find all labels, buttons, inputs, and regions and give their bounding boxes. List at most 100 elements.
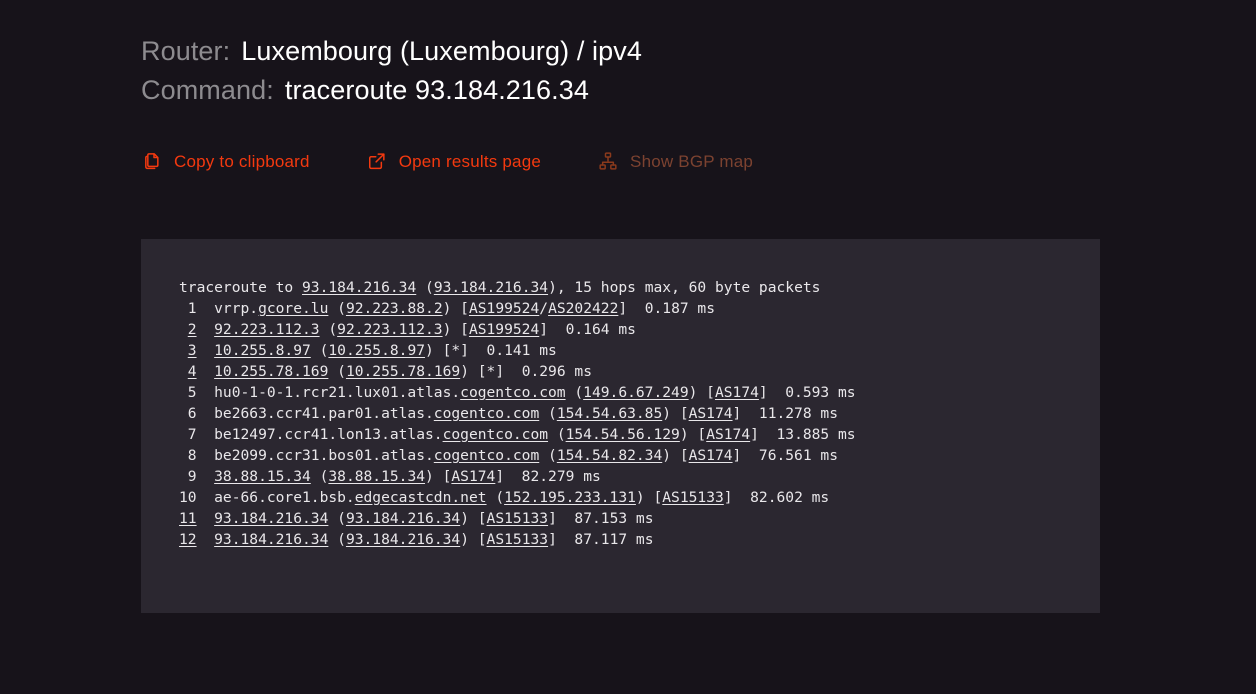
traceroute-link[interactable]: 93.184.216.34 — [434, 279, 548, 296]
traceroute-link[interactable]: 154.54.63.85 — [557, 405, 662, 422]
traceroute-link[interactable]: 10.255.78.169 — [214, 363, 328, 380]
traceroute-link[interactable]: AS174 — [715, 384, 759, 401]
traceroute-hop-line: 7 be12497.ccr41.lon13.atlas.cogentco.com… — [179, 424, 1100, 445]
traceroute-link[interactable]: cogentco.com — [434, 405, 539, 422]
traceroute-link[interactable]: AS15133 — [487, 510, 549, 527]
traceroute-link[interactable]: AS174 — [451, 468, 495, 485]
traceroute-link[interactable]: 92.223.112.3 — [214, 321, 319, 338]
traceroute-link[interactable]: 149.6.67.249 — [583, 384, 688, 401]
looking-glass-result-page: Router: Luxembourg (Luxembourg) / ipv4 C… — [0, 0, 1256, 694]
traceroute-link[interactable]: 154.54.82.34 — [557, 447, 662, 464]
traceroute-text: ) [ — [460, 531, 487, 548]
traceroute-text: ) [ — [679, 426, 707, 443]
hop-number: 7 — [187, 426, 197, 443]
traceroute-text: ) [ — [425, 468, 452, 485]
traceroute-link[interactable]: 10.255.78.169 — [346, 363, 460, 380]
traceroute-link[interactable]: 93.184.216.34 — [346, 510, 460, 527]
traceroute-text: ( — [328, 531, 346, 548]
traceroute-link[interactable]: AS15133 — [662, 489, 724, 506]
traceroute-link[interactable]: 38.88.15.34 — [214, 468, 311, 485]
hop-gap — [197, 510, 215, 527]
traceroute-link[interactable]: 92.223.112.3 — [337, 321, 442, 338]
traceroute-hop-line: 3 10.255.8.97 (10.255.8.97) [*] 0.141 ms — [179, 340, 1100, 361]
traceroute-link[interactable]: cogentco.com — [443, 426, 548, 443]
hop-number: 6 — [187, 405, 197, 422]
traceroute-link[interactable]: gcore.lu — [258, 300, 328, 317]
traceroute-text: ] 82.279 ms — [495, 468, 601, 485]
open-results-page-label: Open results page — [398, 151, 542, 171]
traceroute-hop-line: 9 38.88.15.34 (38.88.15.34) [AS174] 82.2… — [179, 466, 1100, 487]
traceroute-text: be12497.ccr41.lon13.atlas. — [214, 426, 443, 443]
hop-gap — [197, 489, 215, 506]
traceroute-link[interactable]: 10.255.8.97 — [328, 342, 425, 359]
traceroute-text: ) [ — [688, 384, 715, 401]
traceroute-link[interactable]: AS15133 — [487, 531, 549, 548]
traceroute-text: ] 76.561 ms — [732, 447, 838, 464]
traceroute-link[interactable]: AS202422 — [548, 300, 618, 317]
hop-gap — [197, 321, 215, 338]
traceroute-link[interactable]: 92.223.88.2 — [346, 300, 443, 317]
show-bgp-map-label: Show BGP map — [630, 151, 754, 171]
hop-gap — [197, 447, 215, 464]
hop-gap — [197, 342, 215, 359]
traceroute-text: be2663.ccr41.par01.atlas. — [214, 405, 434, 422]
traceroute-link[interactable]: 154.54.56.129 — [566, 426, 680, 443]
traceroute-text: ( — [416, 279, 434, 296]
hop-number[interactable]: 11 — [179, 508, 197, 529]
hop-number: 1 — [187, 300, 197, 317]
open-results-page-button[interactable]: Open results page — [366, 150, 541, 172]
traceroute-text: ( — [548, 426, 566, 443]
traceroute-link[interactable]: AS174 — [689, 405, 733, 422]
traceroute-link[interactable]: 93.184.216.34 — [302, 279, 416, 296]
command-label: Command: — [141, 75, 274, 105]
copy-to-clipboard-button[interactable]: Copy to clipboard — [141, 150, 310, 172]
command-value: traceroute 93.184.216.34 — [284, 75, 589, 105]
action-links: Copy to clipboard Open results page Show… — [141, 148, 1256, 174]
traceroute-text: ] 0.164 ms — [539, 321, 636, 338]
copy-to-clipboard-label: Copy to clipboard — [174, 151, 310, 171]
hop-number[interactable]: 12 — [179, 529, 197, 550]
traceroute-text: ) [ — [460, 510, 487, 527]
traceroute-text: / — [539, 300, 549, 317]
traceroute-link[interactable]: AS174 — [706, 426, 750, 443]
hop-number[interactable]: 4 — [179, 361, 197, 382]
show-bgp-map-button[interactable]: Show BGP map — [597, 150, 753, 172]
traceroute-text: ] 0.187 ms — [618, 300, 716, 317]
traceroute-text: traceroute to — [179, 279, 303, 296]
sitemap-icon — [597, 150, 619, 172]
traceroute-link[interactable]: cogentco.com — [460, 384, 565, 401]
traceroute-link[interactable]: 152.195.233.131 — [504, 489, 636, 506]
traceroute-link[interactable]: AS199524 — [469, 321, 539, 338]
traceroute-link[interactable]: edgecastcdn.net — [355, 489, 487, 506]
traceroute-text: be2099.ccr31.bos01.atlas. — [214, 447, 434, 464]
traceroute-text: ( — [310, 342, 329, 359]
traceroute-link[interactable]: 10.255.8.97 — [214, 342, 311, 359]
traceroute-text: ( — [310, 468, 329, 485]
router-row: Router: Luxembourg (Luxembourg) / ipv4 — [141, 36, 1256, 67]
traceroute-link[interactable]: 38.88.15.34 — [328, 468, 425, 485]
router-value: Luxembourg (Luxembourg) / ipv4 — [241, 36, 642, 66]
hop-number[interactable]: 3 — [179, 340, 197, 361]
traceroute-text: ) [ — [662, 405, 689, 422]
traceroute-link[interactable]: 93.184.216.34 — [214, 531, 328, 548]
traceroute-link[interactable]: 93.184.216.34 — [346, 531, 460, 548]
hop-number[interactable]: 2 — [179, 319, 197, 340]
traceroute-link[interactable]: AS199524 — [469, 300, 539, 317]
traceroute-header-line: traceroute to 93.184.216.34 (93.184.216.… — [179, 277, 1100, 298]
traceroute-text: ) [ — [442, 321, 469, 338]
traceroute-text: vrrp. — [214, 300, 259, 317]
traceroute-link[interactable]: AS174 — [689, 447, 733, 464]
traceroute-text: ] 13.885 ms — [750, 426, 856, 443]
hop-number: 9 — [187, 468, 197, 485]
hop-number: 10 — [179, 489, 197, 506]
traceroute-link[interactable]: 93.184.216.34 — [214, 510, 328, 527]
traceroute-text: ] 82.602 ms — [723, 489, 830, 506]
traceroute-text: ( — [486, 489, 505, 506]
traceroute-output-panel: traceroute to 93.184.216.34 (93.184.216.… — [141, 239, 1100, 613]
traceroute-hop-line: 8 be2099.ccr31.bos01.atlas.cogentco.com … — [179, 445, 1100, 466]
traceroute-text: ( — [539, 447, 557, 464]
hop-gap — [197, 384, 215, 401]
traceroute-hop-line: 1 vrrp.gcore.lu (92.223.88.2) [AS199524/… — [179, 298, 1100, 319]
hop-number: 5 — [187, 384, 197, 401]
traceroute-link[interactable]: cogentco.com — [434, 447, 539, 464]
